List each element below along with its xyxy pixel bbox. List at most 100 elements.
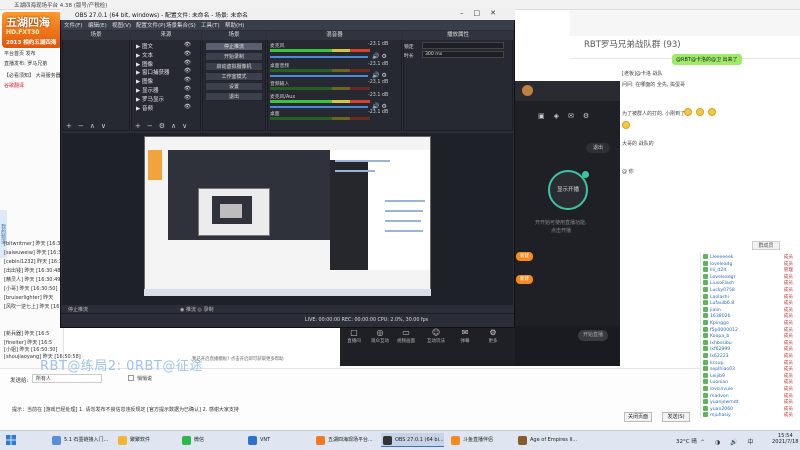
tool-more[interactable]: ⚙ 更多: [482, 328, 504, 344]
source-item[interactable]: ▶ 图文 👁: [136, 42, 191, 50]
member-icon: [703, 293, 708, 299]
speaker-icon[interactable]: 🔊⚙: [372, 72, 389, 79]
chat-bubble: @RBT@卡洛的@卫 出来了: [672, 54, 742, 65]
new-button[interactable]: 新建: [516, 275, 533, 284]
speaker-icon[interactable]: 🔊⚙: [372, 103, 389, 110]
windows-start-icon[interactable]: [6, 435, 16, 445]
eye-icon[interactable]: 👁: [184, 77, 191, 83]
menu-profile[interactable]: 配置文件(P): [136, 21, 166, 29]
source-item[interactable]: ▶ 显示器 👁: [136, 86, 191, 94]
member-role: 成员: [783, 393, 793, 399]
clock[interactable]: 15:54 2021/7/18: [772, 433, 799, 445]
eye-icon[interactable]: 👁: [184, 68, 191, 74]
weather-text[interactable]: 32°C 晴: [676, 437, 697, 445]
source-item[interactable]: ▶ 文本 👁: [136, 51, 191, 59]
private-label: 悄悄说: [137, 376, 153, 382]
start-live-button[interactable]: 开始直播: [578, 330, 608, 341]
member-role: 成员: [783, 327, 793, 333]
taskbar-item[interactable]: VNT: [246, 433, 270, 447]
taskbar-item[interactable]: 五湖四海现场平台...: [314, 433, 373, 447]
settings-button[interactable]: 设置: [205, 82, 263, 91]
member-role: 成员: [783, 301, 793, 307]
source-item[interactable]: ▶ 图像 👁: [136, 77, 191, 85]
taskbar-item[interactable]: 微信: [180, 433, 204, 447]
source-item[interactable]: ▶ 图像 👁: [136, 60, 191, 68]
menu-scene-collection[interactable]: 场景集合(S): [166, 21, 196, 29]
exit-button[interactable]: 退出: [205, 92, 263, 101]
taskbar-item[interactable]: 5.1 石墨链接入门...: [50, 433, 108, 447]
start-recording-button[interactable]: 开始录制: [205, 52, 263, 61]
taskbar-item[interactable]: Age of Empires II...: [516, 433, 577, 447]
member-icon: [703, 280, 708, 286]
menu-view[interactable]: 视图(V): [112, 21, 131, 29]
notify-text: 我已开启直播模板? 点击开启即可获取更多帮助: [192, 357, 284, 362]
eye-icon[interactable]: 👁: [184, 104, 191, 110]
source-item[interactable]: ▶ 罗马显示 👁: [136, 95, 191, 103]
chat-message: 大哥的 战队的: [622, 141, 654, 147]
studio-mode-button[interactable]: 工作室模式: [205, 72, 263, 81]
tool-icon: ⚙: [489, 328, 497, 337]
taskbar-item-active[interactable]: OBS 27.0.1 (64 bi...: [381, 433, 444, 447]
member-role: 成员: [783, 294, 793, 300]
left-row-1[interactable]: 平台首页 发布: [4, 50, 36, 57]
eye-icon[interactable]: 👁: [184, 51, 191, 57]
menu-help[interactable]: 帮助(H): [225, 21, 244, 29]
member-role: 成员: [783, 354, 793, 359]
tool-interact[interactable]: ◎ 观众互动: [369, 328, 391, 344]
status-dot-icon: [582, 171, 589, 178]
source-item[interactable]: ▶ 窗口捕获器 👁: [136, 68, 191, 76]
send-target-select[interactable]: 所有人: [32, 374, 102, 383]
member-role: 成员: [783, 347, 793, 353]
eye-icon[interactable]: 👁: [184, 86, 191, 92]
window-controls[interactable]: –□✕: [460, 9, 506, 17]
exit-button[interactable]: 退出: [586, 143, 610, 153]
scenes-dock[interactable]: [62, 31, 130, 131]
tool-live-room[interactable]: ▢ 直播间: [343, 328, 365, 344]
mixer-slider[interactable]: [270, 106, 368, 108]
virtual-camera-button[interactable]: 启动虚拟摄像机: [205, 62, 263, 71]
prop-select[interactable]: [422, 42, 504, 49]
logo-main: 五湖四海: [6, 16, 50, 29]
scenes-toolbar[interactable]: +−∧∨: [66, 122, 112, 130]
send-button[interactable]: 发送(S): [662, 412, 690, 422]
menu-file[interactable]: 文件(F): [64, 21, 82, 29]
mixer-label: 麦克风: [270, 44, 285, 49]
menu-edit[interactable]: 编辑(E): [88, 21, 107, 29]
tool-icon: ▭: [402, 328, 410, 337]
sources-toolbar[interactable]: +−⚙∧∨: [135, 122, 193, 130]
left-row-2[interactable]: 直播发布: 罗马兄弟: [4, 60, 47, 67]
menu-tools[interactable]: 工具(T): [201, 21, 220, 29]
stop-stream-button[interactable]: 停止推流: [205, 42, 263, 51]
eye-icon[interactable]: 👁: [184, 60, 191, 66]
taskbar-item[interactable]: 斗鱼直播伴侣: [449, 433, 493, 447]
member-name: lxhbssibu: [710, 340, 732, 346]
left-row-4[interactable]: 谷歌翻译: [4, 82, 24, 89]
system-tray-icons[interactable]: ⌃ ◑ 🔊 中: [700, 437, 757, 446]
member-name: Lucky0758: [710, 288, 735, 293]
mixer-slider[interactable]: [270, 75, 368, 77]
capture-taskbar: [144, 289, 431, 296]
member-row[interactable]: mjuhasiy 成员: [703, 412, 797, 418]
group-members-button[interactable]: 群成员: [752, 241, 780, 250]
speaker-icon[interactable]: 🔊⚙: [372, 53, 389, 60]
taskbar-item[interactable]: 聚聚软件: [116, 433, 150, 447]
member-icon: [703, 353, 708, 358]
close-page-button[interactable]: 关闭页面: [624, 412, 652, 422]
source-item[interactable]: ▶ 音频 👁: [136, 104, 191, 112]
avatar[interactable]: [522, 85, 533, 96]
duration-input[interactable]: 300 ms: [422, 51, 504, 58]
app-icon: [248, 436, 257, 445]
member-list[interactable]: Lleeeeeek 成员 loveleadg 成员 lili_lt2lt 管理 Lovele…: [700, 252, 798, 418]
member-name: Koopa_b: [710, 334, 730, 340]
chat-input-area[interactable]: [0, 368, 700, 430]
left-row-3[interactable]: 【必看须知】 大哥服务器: [4, 72, 61, 79]
tool-danmaku[interactable]: ✉ 弹幕: [454, 328, 476, 344]
live-toolbar-icons[interactable]: ▣◈✉⚙: [538, 112, 598, 120]
tool-play[interactable]: ☺ 互动玩法: [425, 328, 447, 344]
tool-video[interactable]: ▭ 视频画面: [395, 328, 417, 344]
eye-icon[interactable]: 👁: [184, 42, 191, 48]
private-checkbox[interactable]: [128, 375, 134, 381]
mixer-slider[interactable]: [270, 56, 368, 58]
new-button[interactable]: 新建: [516, 252, 533, 261]
eye-icon[interactable]: 👁: [184, 95, 191, 101]
